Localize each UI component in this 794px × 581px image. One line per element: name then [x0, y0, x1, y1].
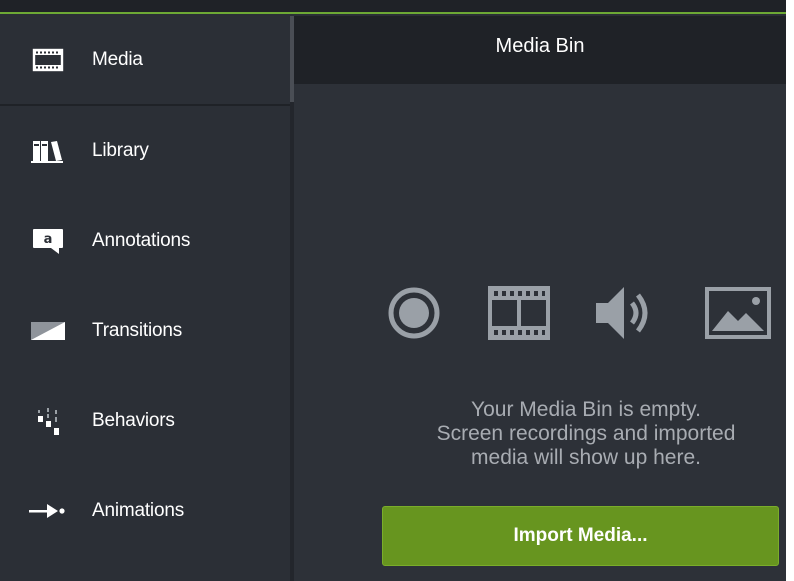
- sidebar-item-label: Transitions: [92, 320, 183, 341]
- sidebar-item-label: Annotations: [92, 230, 191, 251]
- media-bin-panel: Media Bin Your Media Bin is empty. Scree…: [294, 16, 786, 581]
- speech-bubble-icon: a: [26, 226, 70, 256]
- import-media-button[interactable]: Import Media...: [382, 506, 779, 566]
- sidebar-item-annotations[interactable]: a Annotations: [0, 196, 290, 286]
- sidebar-item-library[interactable]: Library: [0, 106, 290, 196]
- top-bar: [0, 0, 786, 14]
- empty-message-line: media will show up here.: [471, 446, 701, 469]
- sidebar: Media Library a Annotations Transitions …: [0, 16, 290, 581]
- sidebar-item-animations[interactable]: Animations: [0, 466, 290, 556]
- empty-message-line: Screen recordings and imported: [436, 422, 736, 445]
- sidebar-item-label: Library: [92, 140, 149, 161]
- behaviors-icon: [26, 406, 70, 436]
- film-icon: [484, 278, 554, 348]
- sidebar-item-label: Behaviors: [92, 410, 175, 431]
- sidebar-item-behaviors[interactable]: Behaviors: [0, 376, 290, 466]
- camtasia-media-panel: Media Library a Annotations Transitions …: [0, 0, 786, 581]
- audio-icon: [589, 278, 659, 348]
- filmstrip-icon: [26, 45, 70, 75]
- library-books-icon: [26, 136, 70, 166]
- sidebar-item-media[interactable]: Media: [0, 16, 290, 104]
- panel-title: Media Bin: [495, 34, 585, 57]
- sidebar-item-label: Animations: [92, 500, 184, 521]
- transition-icon: [26, 316, 70, 346]
- arrow-animation-icon: [26, 496, 70, 526]
- svg-text:a: a: [44, 232, 53, 247]
- sidebar-item-label: Media: [92, 49, 143, 70]
- empty-state-icons: [384, 278, 784, 348]
- top-accent-line: [0, 12, 786, 14]
- empty-message: Your Media Bin is empty. Screen recordin…: [376, 398, 794, 470]
- image-icon: [702, 278, 774, 348]
- record-icon: [384, 278, 444, 348]
- panel-header: Media Bin: [294, 16, 786, 84]
- sidebar-item-transitions[interactable]: Transitions: [0, 286, 290, 376]
- empty-message-line: Your Media Bin is empty.: [471, 398, 701, 421]
